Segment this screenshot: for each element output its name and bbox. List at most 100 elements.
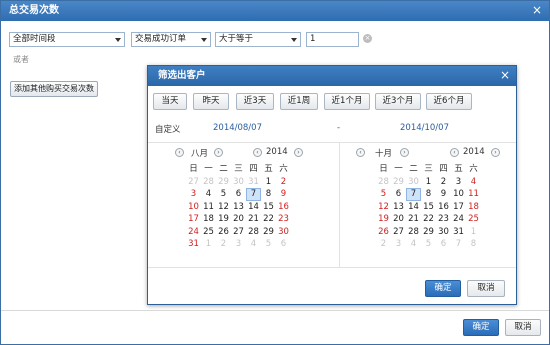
calendar-day[interactable]: 20 <box>231 213 246 226</box>
add-other-transactions-button[interactable]: 添加其他购买交易次数 <box>10 81 98 97</box>
calendar-day[interactable]: 17 <box>451 201 466 214</box>
calendar-day: 5 <box>425 239 432 249</box>
calendar-day[interactable]: 24 <box>186 226 201 239</box>
calendar-day[interactable]: 19 <box>216 213 231 226</box>
calendar-day[interactable]: 2 <box>436 176 451 189</box>
next-year-icon[interactable]: › <box>491 148 500 157</box>
subdialog-cancel-button[interactable]: 取消 <box>467 280 505 297</box>
calendar-day[interactable]: 31 <box>451 226 466 239</box>
calendar-day[interactable]: 6 <box>391 188 406 201</box>
dialog-cancel-button[interactable]: 取消 <box>505 319 541 336</box>
quick-range-1month[interactable]: 近1个月 <box>324 93 370 110</box>
dialog-close-icon[interactable]: × <box>531 4 543 16</box>
calendar-day[interactable]: 26 <box>216 226 231 239</box>
calendar-day[interactable]: 3 <box>451 176 466 189</box>
calendar-day[interactable]: 22 <box>421 213 436 226</box>
calendar-day[interactable]: 11 <box>201 201 216 214</box>
calendar-day[interactable]: 17 <box>186 213 201 226</box>
calendar-month: 八月 <box>191 149 209 159</box>
calendar-day[interactable]: 1 <box>261 176 276 189</box>
calendar-day[interactable]: 10 <box>186 201 201 214</box>
calendar-day[interactable]: 19 <box>376 213 391 226</box>
calendar-day[interactable]: 5 <box>216 188 231 201</box>
calendar-day[interactable]: 18 <box>201 213 216 226</box>
calendar-day[interactable]: 28 <box>246 226 261 239</box>
calendar-day[interactable]: 15 <box>421 201 436 214</box>
prev-month-icon[interactable]: ‹ <box>175 148 184 157</box>
calendar-day: 5 <box>265 239 272 249</box>
quick-range-3days[interactable]: 近3天 <box>236 93 274 110</box>
footer-divider <box>1 310 549 311</box>
calendar-day[interactable]: 13 <box>231 201 246 214</box>
calendar-day: 31 <box>248 176 259 187</box>
quick-range-today[interactable]: 当天 <box>153 93 187 110</box>
calendar-day[interactable]: 23 <box>436 213 451 226</box>
calendar-day[interactable]: 12 <box>376 201 391 214</box>
time-range-value: 全部时间段 <box>13 34 56 44</box>
prev-year-icon[interactable]: ‹ <box>450 148 459 157</box>
calendar-day[interactable]: 6 <box>231 188 246 201</box>
calendar-day[interactable]: 15 <box>261 201 276 214</box>
calendar-day[interactable]: 25 <box>201 226 216 239</box>
quick-range-6months[interactable]: 近6个月 <box>426 93 472 110</box>
weekday-label: 五 <box>264 164 273 174</box>
calendar-day[interactable]: 16 <box>276 201 291 214</box>
calendar-day[interactable]: 5 <box>376 188 391 201</box>
dialog-ok-button[interactable]: 确定 <box>463 319 499 336</box>
calendar-day[interactable]: 13 <box>391 201 406 214</box>
calendar-day[interactable]: 24 <box>451 213 466 226</box>
calendar-day[interactable]: 8 <box>261 188 276 201</box>
quick-range-3months[interactable]: 近3个月 <box>375 93 421 110</box>
calendar-day[interactable]: 21 <box>406 213 421 226</box>
calendar-day[interactable]: 23 <box>276 213 291 226</box>
calendar-day[interactable]: 28 <box>406 226 421 239</box>
calendar-day[interactable]: 4 <box>466 176 481 189</box>
operator-select[interactable]: 大于等于 <box>215 32 301 47</box>
calendar-day[interactable]: 14 <box>406 201 421 214</box>
calendar-day[interactable]: 11 <box>466 188 481 201</box>
calendar-day[interactable]: 16 <box>436 201 451 214</box>
next-year-icon[interactable]: › <box>294 148 303 157</box>
calendar-day[interactable]: 30 <box>276 226 291 239</box>
calendar-day[interactable]: 30 <box>436 226 451 239</box>
prev-year-icon[interactable]: ‹ <box>253 148 262 157</box>
calendar-day[interactable]: 20 <box>391 213 406 226</box>
range-separator: - <box>337 123 341 133</box>
time-range-select[interactable]: 全部时间段 <box>9 32 125 47</box>
calendar-day[interactable]: 25 <box>466 213 481 226</box>
calendar-day[interactable]: 9 <box>436 188 451 201</box>
quick-range-yesterday[interactable]: 昨天 <box>193 93 229 110</box>
calendar-day[interactable]: 29 <box>261 226 276 239</box>
calendar-day[interactable]: 12 <box>216 201 231 214</box>
calendar-day[interactable]: 9 <box>276 188 291 201</box>
weekday-label: 四 <box>439 164 448 174</box>
subdialog-close-icon[interactable]: × <box>500 69 510 81</box>
calendar-day[interactable]: 27 <box>391 226 406 239</box>
calendar-day[interactable]: 1 <box>421 176 436 189</box>
calendar-day[interactable]: 27 <box>231 226 246 239</box>
start-date-field[interactable]: 2014/08/07 <box>213 123 262 133</box>
calendar-day[interactable]: 8 <box>421 188 436 201</box>
next-month-icon[interactable]: › <box>400 148 409 157</box>
quick-range-1week[interactable]: 近1周 <box>280 93 318 110</box>
calendar-day[interactable]: 21 <box>246 213 261 226</box>
subdialog-ok-button[interactable]: 确定 <box>425 280 461 297</box>
calendar-day[interactable]: 7 <box>246 188 261 201</box>
calendar-day[interactable]: 22 <box>261 213 276 226</box>
calendar-day[interactable]: 10 <box>451 188 466 201</box>
calendar-day[interactable]: 31 <box>186 238 201 251</box>
calendar-day[interactable]: 4 <box>201 188 216 201</box>
end-date-field[interactable]: 2014/10/07 <box>400 123 449 133</box>
calendar-day[interactable]: 29 <box>421 226 436 239</box>
count-input[interactable]: 1 <box>306 32 359 47</box>
calendar-day[interactable]: 14 <box>246 201 261 214</box>
next-month-icon[interactable]: › <box>214 148 223 157</box>
calendar-day[interactable]: 2 <box>276 176 291 189</box>
calendar-day[interactable]: 18 <box>466 201 481 214</box>
calendar-day[interactable]: 7 <box>406 188 421 201</box>
clear-icon[interactable]: × <box>363 34 372 43</box>
calendar-day[interactable]: 3 <box>186 188 201 201</box>
order-type-select[interactable]: 交易成功订单 <box>131 32 211 47</box>
prev-month-icon[interactable]: ‹ <box>356 148 365 157</box>
calendar-day[interactable]: 26 <box>376 226 391 239</box>
